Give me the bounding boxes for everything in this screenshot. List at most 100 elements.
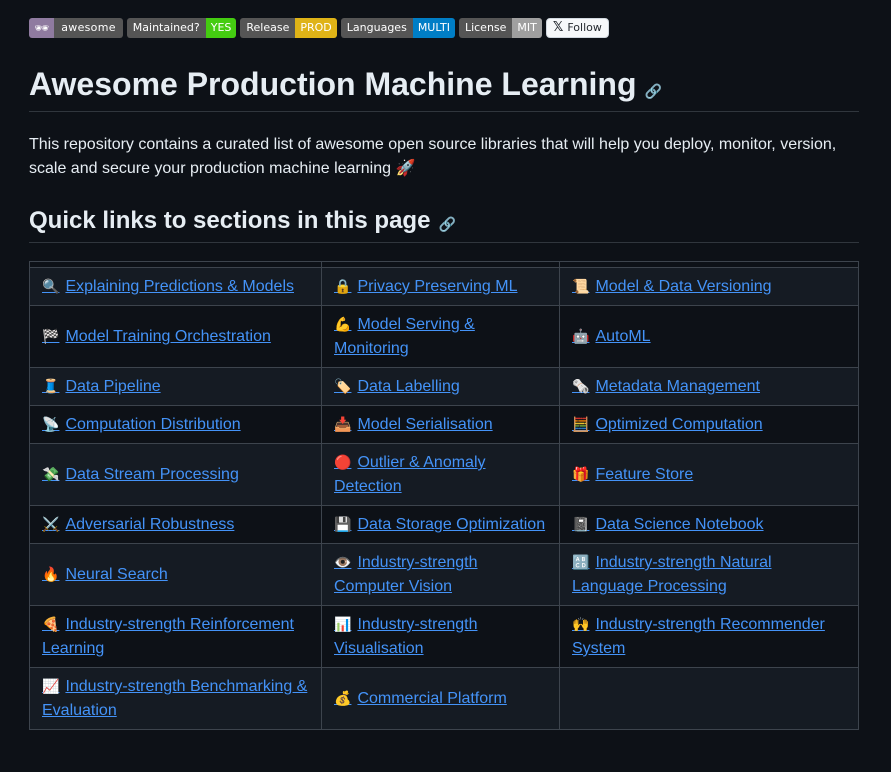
table-cell: 📜 Model & Data Versioning bbox=[559, 267, 859, 306]
follow-button[interactable]: 𝕏 Follow bbox=[545, 18, 609, 38]
section-link-label: Privacy Preserving ML bbox=[357, 278, 518, 295]
section-link[interactable]: 💸 Data Stream Processing bbox=[42, 466, 239, 483]
badge-row: 🕶 awesome Maintained? YES Release PROD L… bbox=[29, 18, 609, 38]
section-link[interactable]: 👁️ Industry-strength Computer Vision bbox=[334, 554, 478, 595]
badge-label: Languages bbox=[340, 18, 413, 38]
table-cell: 💾 Data Storage Optimization bbox=[321, 505, 560, 544]
section-link[interactable]: 🔠 Industry-strength Natural Language Proc… bbox=[572, 554, 772, 595]
table-cell: 🔥 Neural Search bbox=[29, 543, 322, 606]
section-link-label: Data Storage Optimization bbox=[357, 516, 546, 533]
section-link[interactable]: 🗞️ Metadata Management bbox=[572, 378, 760, 395]
x-logo-icon: 𝕏 bbox=[552, 20, 564, 35]
section-link[interactable]: 📓 Data Science Notebook bbox=[572, 516, 764, 533]
section-link-label: Commercial Platform bbox=[357, 690, 507, 707]
table-cell: 💪 Model Serving & Monitoring bbox=[321, 305, 560, 368]
section-emoji-icon: 🍕 bbox=[42, 616, 60, 632]
section-link-label: Industry-strength Benchmarking & Evaluat… bbox=[42, 678, 308, 719]
intro-paragraph: This repository contains a curated list … bbox=[29, 136, 837, 177]
section-link[interactable]: 📊 Industry-strength Visualisation bbox=[334, 616, 478, 657]
section-link-label: Explaining Predictions & Models bbox=[65, 278, 294, 295]
languages-badge[interactable]: Languages MULTI bbox=[340, 18, 455, 38]
section-emoji-icon: 🗞️ bbox=[572, 378, 590, 394]
section-emoji-icon: 📡 bbox=[42, 416, 60, 432]
table-row: 🔍 Explaining Predictions & Models 🔒 Privacy… bbox=[29, 267, 859, 306]
section-emoji-icon: 🧮 bbox=[572, 416, 590, 432]
table-cell: 🔍 Explaining Predictions & Models bbox=[29, 267, 322, 306]
table-row: ⚔️ Adversarial Robustness 💾 Data Storage Op… bbox=[29, 505, 859, 544]
section-emoji-icon: 🔴 bbox=[334, 454, 352, 470]
section-link-label: Model & Data Versioning bbox=[595, 278, 772, 295]
section-emoji-icon: 💸 bbox=[42, 466, 60, 482]
page-title: Awesome Production Machine Learning 🔗 bbox=[29, 66, 859, 112]
section-emoji-icon: 🔠 bbox=[572, 554, 590, 570]
section-link[interactable]: ⚔️ Adversarial Robustness bbox=[42, 516, 234, 533]
badge-value: PROD bbox=[295, 18, 337, 38]
section-link[interactable]: 🧮 Optimized Computation bbox=[572, 416, 763, 433]
table-cell: ⚔️ Adversarial Robustness bbox=[29, 505, 322, 544]
section-emoji-icon: 📜 bbox=[572, 278, 590, 294]
section-link[interactable]: 🧵 Data Pipeline bbox=[42, 378, 161, 395]
table-cell: 🏷️ Data Labelling bbox=[321, 367, 560, 406]
table-cell: 🏁 Model Training Orchestration bbox=[29, 305, 322, 368]
section-emoji-icon: 💰 bbox=[334, 690, 352, 706]
section-link[interactable]: 🔴 Outlier & Anomaly Detection bbox=[334, 454, 486, 495]
section-link[interactable]: 💾 Data Storage Optimization bbox=[334, 516, 545, 533]
section-link[interactable]: 📥 Model Serialisation bbox=[334, 416, 493, 433]
section-emoji-icon: 🎁 bbox=[572, 466, 590, 482]
section-link[interactable]: 🏷️ Data Labelling bbox=[334, 378, 460, 395]
section-link[interactable]: 🔍 Explaining Predictions & Models bbox=[42, 278, 294, 295]
badge-value: awesome bbox=[54, 18, 123, 38]
quick-links-heading: Quick links to sections in this page 🔗 bbox=[29, 207, 859, 243]
table-cell: 📥 Model Serialisation bbox=[321, 405, 560, 444]
link-icon[interactable]: 🔗 bbox=[438, 217, 455, 233]
badge-value: MULTI bbox=[412, 18, 455, 38]
section-link-label: AutoML bbox=[595, 328, 651, 345]
table-row: 💸 Data Stream Processing 🔴 Outlier & Anomal… bbox=[29, 443, 859, 506]
section-emoji-icon: 👁️ bbox=[334, 554, 352, 570]
section-link[interactable]: 🏁 Model Training Orchestration bbox=[42, 328, 271, 345]
awesome-badge[interactable]: 🕶 awesome bbox=[29, 18, 123, 38]
table-cell bbox=[559, 667, 859, 730]
table-cell: 🎁 Feature Store bbox=[559, 443, 859, 506]
section-link[interactable]: 🎁 Feature Store bbox=[572, 466, 693, 483]
section-emoji-icon: 📊 bbox=[334, 616, 352, 632]
section-link[interactable]: 📜 Model & Data Versioning bbox=[572, 278, 772, 295]
table-row: 🔥 Neural Search 👁️ Industry-strength Comput… bbox=[29, 543, 859, 606]
section-link-label: Model Serialisation bbox=[357, 416, 493, 433]
badge-value: YES bbox=[205, 18, 237, 38]
table-cell: 📡 Computation Distribution bbox=[29, 405, 322, 444]
section-emoji-icon: 🔥 bbox=[42, 566, 60, 582]
section-link[interactable]: 📈 Industry-strength Benchmarking & Evalua… bbox=[42, 678, 307, 719]
maintained-badge[interactable]: Maintained? YES bbox=[126, 18, 237, 38]
badge-label: Release bbox=[240, 18, 296, 38]
license-badge[interactable]: License MIT bbox=[458, 18, 542, 38]
table-row: 🧵 Data Pipeline 🏷️ Data Labelling 🗞️ Metadata… bbox=[29, 367, 859, 406]
section-link-label: Computation Distribution bbox=[65, 416, 241, 433]
section-link[interactable]: 💪 Model Serving & Monitoring bbox=[334, 316, 475, 357]
section-link[interactable]: 🍕 Industry-strength Reinforcement Learnin… bbox=[42, 616, 294, 657]
sunglasses-icon: 🕶 bbox=[29, 18, 55, 38]
section-link[interactable]: 📡 Computation Distribution bbox=[42, 416, 241, 433]
section-link-label: Model Training Orchestration bbox=[65, 328, 271, 345]
table-cell: 🔴 Outlier & Anomaly Detection bbox=[321, 443, 560, 506]
section-link-label: Industry-strength Visualisation bbox=[334, 616, 478, 657]
table-cell: 📓 Data Science Notebook bbox=[559, 505, 859, 544]
table-cell: 🧮 Optimized Computation bbox=[559, 405, 859, 444]
table-cell: 🧵 Data Pipeline bbox=[29, 367, 322, 406]
section-link[interactable]: 💰 Commercial Platform bbox=[334, 690, 507, 707]
table-cell: 🤖 AutoML bbox=[559, 305, 859, 368]
section-link-label: Neural Search bbox=[65, 566, 168, 583]
section-link[interactable]: 🔥 Neural Search bbox=[42, 566, 168, 583]
table-row: 🍕 Industry-strength Reinforcement Learnin… bbox=[29, 605, 859, 668]
section-link[interactable]: 🔒 Privacy Preserving ML bbox=[334, 278, 517, 295]
section-link-label: Optimized Computation bbox=[595, 416, 763, 433]
table-cell: 💰 Commercial Platform bbox=[321, 667, 560, 730]
section-emoji-icon: 🔒 bbox=[334, 278, 352, 294]
release-badge[interactable]: Release PROD bbox=[240, 18, 337, 38]
section-link[interactable]: 🤖 AutoML bbox=[572, 328, 651, 345]
section-link-label: Model Serving & Monitoring bbox=[334, 316, 475, 357]
link-icon[interactable]: 🔗 bbox=[645, 84, 662, 100]
table-row: 📡 Computation Distribution 📥 Model Serialis… bbox=[29, 405, 859, 444]
table-cell: 🔒 Privacy Preserving ML bbox=[321, 267, 560, 306]
section-link[interactable]: 🙌 Industry-strength Recommender System bbox=[572, 616, 825, 657]
